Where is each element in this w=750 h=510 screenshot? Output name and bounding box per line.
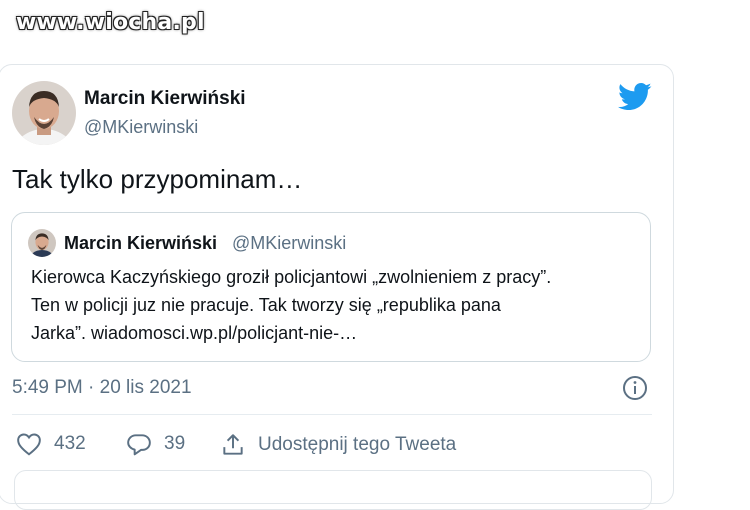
share-icon: [220, 432, 246, 458]
heart-icon: [16, 432, 42, 456]
quoted-text-line: Kierowca Kaczyńskiego groził policjantow…: [31, 267, 552, 287]
watermark: www.wiocha.pl: [16, 10, 205, 35]
bottom-card: [14, 470, 652, 510]
quoted-text: Kierowca Kaczyńskiego groził policjantow…: [31, 263, 641, 347]
divider: [12, 414, 652, 415]
twitter-bird-icon: [618, 82, 652, 112]
quoted-text-line: Ten w policji juz nie pracuje. Tak tworz…: [31, 295, 501, 315]
quoted-author-handle: @MKierwinski: [232, 233, 347, 253]
quoted-avatar: [28, 229, 56, 257]
info-icon[interactable]: [622, 375, 648, 401]
reply-count: 39: [164, 433, 186, 454]
tweet-text: Tak tylko przypominam…: [12, 164, 303, 194]
quoted-text-line: Jarka”. wiadomosci.wp.pl/policjant-nie-…: [31, 323, 358, 343]
reply-button[interactable]: 39: [126, 432, 185, 456]
author-handle[interactable]: @MKierwinski: [84, 117, 198, 138]
like-count: 432: [54, 433, 86, 454]
reply-icon: [126, 432, 152, 456]
avatar[interactable]: [12, 81, 76, 145]
quoted-author-name: Marcin Kierwiński: [64, 233, 218, 253]
share-label: Udostępnij tego Tweeta: [258, 434, 457, 455]
share-button[interactable]: Udostępnij tego Tweeta: [220, 432, 456, 458]
tweet-timestamp[interactable]: 5:49 PM · 20 lis 2021: [12, 377, 192, 399]
author-name[interactable]: Marcin Kierwiński: [84, 88, 246, 110]
like-button[interactable]: 432: [16, 432, 86, 456]
